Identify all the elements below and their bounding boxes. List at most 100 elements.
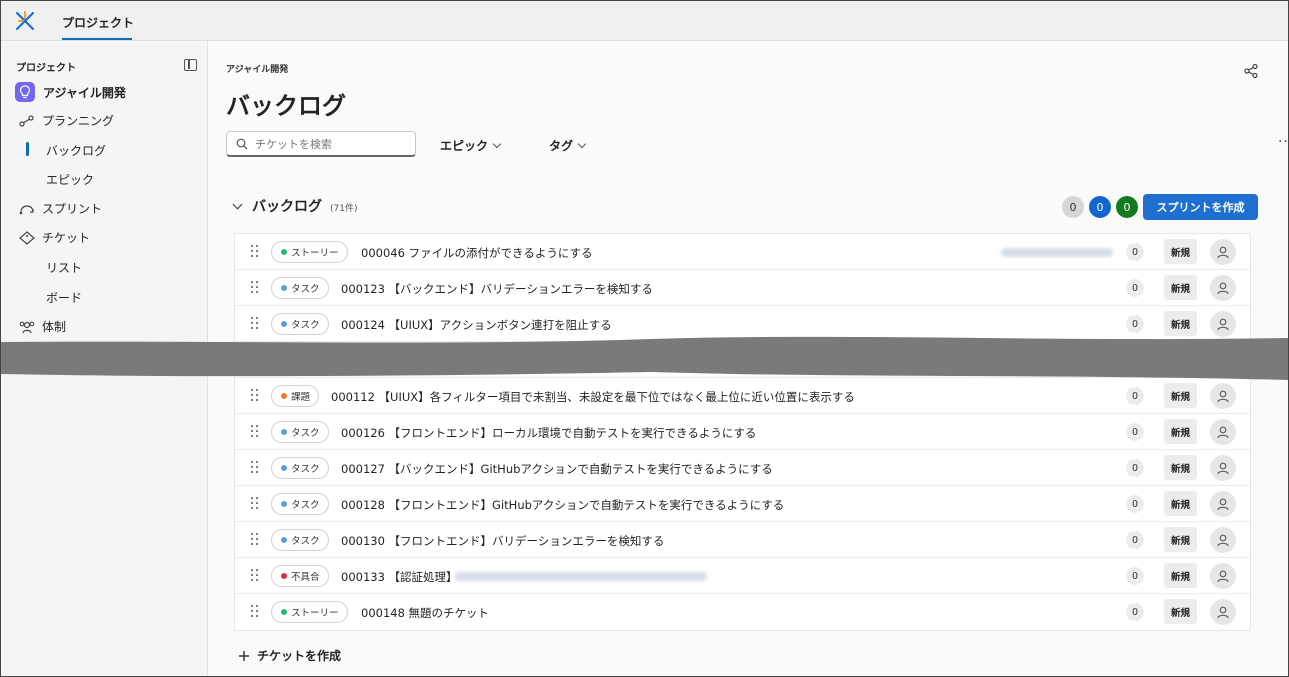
ticket-title[interactable]: 000128 【フロントエンド】GitHubアクションで自動テストを実行できるよ… bbox=[341, 497, 784, 513]
search-box[interactable] bbox=[226, 131, 416, 157]
drag-handle-icon[interactable] bbox=[251, 461, 259, 475]
ticket-title[interactable]: 000148 無題のチケット bbox=[361, 605, 489, 621]
status-button[interactable]: 新規 bbox=[1164, 383, 1197, 408]
sidebar-item-epic[interactable]: エピック bbox=[46, 171, 94, 188]
search-input[interactable] bbox=[255, 136, 410, 152]
ticket-type-label: タスク bbox=[291, 428, 320, 439]
drag-handle-icon[interactable] bbox=[251, 425, 259, 439]
sidebar-item-ticket[interactable]: チケット bbox=[19, 229, 90, 246]
team-icon bbox=[19, 320, 35, 334]
ticket-row[interactable]: 不具合 000133 【認証処理】 0 新規 bbox=[235, 558, 1250, 594]
status-button[interactable]: 新規 bbox=[1164, 275, 1197, 300]
status-button[interactable]: 新規 bbox=[1164, 527, 1197, 552]
assignee-avatar-icon[interactable] bbox=[1210, 383, 1236, 409]
ticket-type-label: タスク bbox=[291, 320, 320, 331]
ticket-type-label: タスク bbox=[291, 536, 320, 547]
assignee-avatar-icon[interactable] bbox=[1210, 455, 1236, 481]
type-dot-icon bbox=[281, 465, 287, 471]
search-icon bbox=[236, 138, 248, 150]
tab-project[interactable]: プロジェクト bbox=[62, 14, 134, 31]
drag-handle-icon[interactable] bbox=[251, 497, 259, 511]
assignee-avatar-icon[interactable] bbox=[1210, 275, 1236, 301]
ticket-type-badge[interactable]: 課題 bbox=[271, 385, 320, 407]
lightbulb-icon bbox=[15, 82, 35, 102]
ticket-type-badge[interactable]: ストーリー bbox=[271, 241, 348, 263]
drag-handle-icon[interactable] bbox=[251, 605, 259, 619]
ticket-type-badge[interactable]: タスク bbox=[271, 493, 329, 515]
share-icon[interactable] bbox=[1243, 63, 1259, 79]
ticket-row[interactable]: タスク 000126 【フロントエンド】ローカル環境で自動テストを実行できるように… bbox=[235, 414, 1250, 450]
backlog-section-header[interactable]: バックログ (71件) bbox=[232, 196, 358, 216]
breadcrumb[interactable]: アジャイル開発 bbox=[226, 62, 288, 75]
more-options-icon[interactable]: ··· bbox=[1278, 134, 1288, 150]
drag-handle-icon[interactable] bbox=[251, 317, 259, 331]
ticket-count: (71件) bbox=[330, 204, 358, 214]
status-button[interactable]: 新規 bbox=[1164, 311, 1197, 336]
ticket-title[interactable]: 000124 【UIUX】アクションボタン連打を阻止する bbox=[341, 317, 612, 333]
story-points-badge: 0 bbox=[1126, 243, 1144, 261]
tag-filter-dropdown[interactable]: タグ bbox=[549, 137, 587, 154]
story-points-badge: 0 bbox=[1126, 423, 1144, 441]
sidebar-project-name: アジャイル開発 bbox=[43, 85, 126, 100]
status-button[interactable]: 新規 bbox=[1164, 455, 1197, 480]
status-button[interactable]: 新規 bbox=[1164, 491, 1197, 516]
ticket-row[interactable]: ストーリー 000046 ファイルの添付ができるようにする 0 新規 bbox=[235, 234, 1250, 270]
chevron-down-icon bbox=[492, 139, 502, 149]
ticket-type-label: 課題 bbox=[291, 392, 311, 403]
ticket-type-badge[interactable]: 不具合 bbox=[271, 565, 329, 587]
ticket-type-badge[interactable]: タスク bbox=[271, 313, 329, 335]
chevron-down-icon[interactable] bbox=[232, 199, 243, 209]
drag-handle-icon[interactable] bbox=[251, 389, 259, 403]
create-sprint-button[interactable]: スプリントを作成 bbox=[1143, 194, 1258, 220]
assignee-avatar-icon[interactable] bbox=[1210, 491, 1236, 517]
epic-filter-dropdown[interactable]: エピック bbox=[440, 137, 502, 154]
ticket-title[interactable]: 000123 【バックエンド】バリデーションエラーを検知する bbox=[341, 281, 653, 297]
ticket-title[interactable]: 000133 【認証処理】 bbox=[341, 569, 458, 585]
ticket-row[interactable]: タスク 000127 【バックエンド】GitHubアクションで自動テストを実行でき… bbox=[235, 450, 1250, 486]
ticket-title[interactable]: 000130 【フロントエンド】バリデーションエラーを検知する bbox=[341, 533, 664, 549]
sidebar-item-list[interactable]: リスト bbox=[46, 259, 82, 276]
drag-handle-icon[interactable] bbox=[251, 569, 259, 583]
sidebar-item-backlog[interactable]: バックログ bbox=[46, 142, 106, 159]
drag-handle-icon[interactable] bbox=[251, 533, 259, 547]
sidebar-item-team[interactable]: 体制 bbox=[19, 318, 66, 335]
ticket-row[interactable]: タスク 000123 【バックエンド】バリデーションエラーを検知する 0 新規 bbox=[235, 270, 1250, 306]
sidebar-item-planning[interactable]: プランニング bbox=[19, 112, 114, 129]
ticket-type-badge[interactable]: タスク bbox=[271, 529, 329, 551]
assignee-avatar-icon[interactable] bbox=[1210, 239, 1236, 265]
ticket-row[interactable]: ストーリー 000148 無題のチケット 0 新規 bbox=[235, 594, 1250, 630]
app-logo-icon[interactable] bbox=[14, 10, 36, 32]
drag-handle-icon[interactable] bbox=[251, 245, 259, 259]
ticket-title[interactable]: 000127 【バックエンド】GitHubアクションで自動テストを実行できるよう… bbox=[341, 461, 773, 477]
sidebar-item-sprint[interactable]: スプリント bbox=[19, 200, 102, 217]
stat-badge-done: 0 bbox=[1116, 196, 1138, 218]
add-ticket-label: チケットを作成 bbox=[257, 649, 342, 663]
ticket-title[interactable]: 000126 【フロントエンド】ローカル環境で自動テストを実行できるようにする bbox=[341, 425, 756, 441]
status-button[interactable]: 新規 bbox=[1164, 239, 1197, 264]
add-ticket-button[interactable]: チケットを作成 bbox=[238, 647, 341, 664]
ticket-type-badge[interactable]: タスク bbox=[271, 457, 329, 479]
sidebar-project[interactable]: アジャイル開発 bbox=[15, 82, 126, 102]
assignee-avatar-icon[interactable] bbox=[1210, 599, 1236, 625]
story-points-badge: 0 bbox=[1126, 603, 1144, 621]
ticket-title[interactable]: 000112 【UIUX】各フィルター項目で未割当、未設定を最下位ではなく最上位… bbox=[331, 389, 855, 405]
redacted-epic-tag bbox=[1001, 248, 1113, 257]
ticket-row[interactable]: タスク 000130 【フロントエンド】バリデーションエラーを検知する 0 新規 bbox=[235, 522, 1250, 558]
assignee-avatar-icon[interactable] bbox=[1210, 563, 1236, 589]
status-button[interactable]: 新規 bbox=[1164, 419, 1197, 444]
assignee-avatar-icon[interactable] bbox=[1210, 527, 1236, 553]
ticket-title[interactable]: 000046 ファイルの添付ができるようにする bbox=[361, 245, 592, 261]
assignee-avatar-icon[interactable] bbox=[1210, 419, 1236, 445]
ticket-type-badge[interactable]: タスク bbox=[271, 277, 329, 299]
page-title: バックログ bbox=[226, 92, 346, 120]
sidebar-item-board[interactable]: ボード bbox=[46, 289, 82, 306]
ticket-type-label: 不具合 bbox=[291, 572, 320, 583]
sidebar-collapse-icon[interactable] bbox=[184, 59, 197, 71]
ticket-type-badge[interactable]: タスク bbox=[271, 421, 329, 443]
ticket-row[interactable]: タスク 000128 【フロントエンド】GitHubアクションで自動テストを実行で… bbox=[235, 486, 1250, 522]
status-button[interactable]: 新規 bbox=[1164, 563, 1197, 588]
status-button[interactable]: 新規 bbox=[1164, 599, 1197, 624]
drag-handle-icon[interactable] bbox=[251, 281, 259, 295]
ticket-type-badge[interactable]: ストーリー bbox=[271, 601, 348, 623]
active-item-indicator bbox=[26, 142, 29, 156]
